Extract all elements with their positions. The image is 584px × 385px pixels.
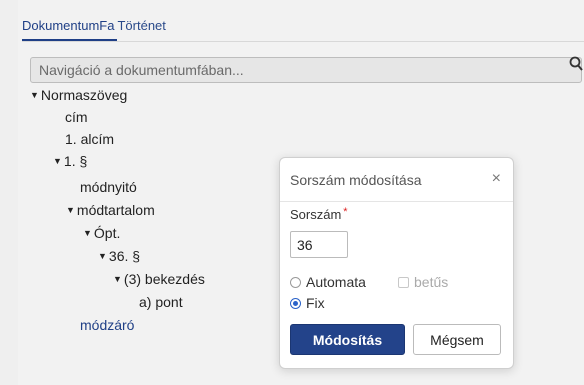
tree-node-paragraph[interactable]: ▼ 1. § xyxy=(53,152,87,170)
auto-option[interactable]: Automata xyxy=(290,274,366,290)
tree-node-cim[interactable]: cím xyxy=(65,108,88,126)
tree-node-modtartalom[interactable]: ▼ módtartalom xyxy=(66,201,155,219)
tab-bar: DokumentumFa Történet xyxy=(22,17,169,43)
caret-down-icon[interactable]: ▼ xyxy=(66,201,75,219)
renumber-dialog: Sorszám módosítása × Sorszám* Automata b… xyxy=(279,157,514,369)
caret-down-icon[interactable]: ▼ xyxy=(53,152,62,170)
tree-node-opt[interactable]: ▼ Ópt. xyxy=(83,224,120,242)
tree-node-normaszoveg[interactable]: ▼ Normaszöveg xyxy=(30,86,127,104)
fixed-radio[interactable] xyxy=(290,297,301,309)
tree-node-36-paragraph[interactable]: ▼ 36. § xyxy=(98,247,140,265)
tree-node-modzaro[interactable]: módzáró xyxy=(80,316,134,334)
tree-search-input[interactable] xyxy=(30,57,582,83)
letters-checkbox xyxy=(398,276,409,288)
caret-down-icon[interactable]: ▼ xyxy=(98,247,107,265)
tree-node-modnyito[interactable]: módnyitó xyxy=(80,178,137,196)
tree-node-bekezdes[interactable]: ▼ (3) bekezdés xyxy=(113,270,205,288)
tab-divider xyxy=(22,41,584,42)
letters-option: betűs xyxy=(398,274,448,290)
caret-down-icon[interactable]: ▼ xyxy=(30,86,39,104)
dialog-title: Sorszám módosítása xyxy=(290,172,422,188)
tab-tortenet[interactable]: Történet xyxy=(117,17,168,43)
required-marker: * xyxy=(343,206,348,218)
caret-down-icon[interactable]: ▼ xyxy=(113,270,122,288)
fixed-option[interactable]: Fix xyxy=(290,295,325,311)
dialog-divider xyxy=(280,201,513,202)
close-icon[interactable]: × xyxy=(492,170,501,188)
caret-down-icon[interactable]: ▼ xyxy=(83,224,92,242)
modify-button[interactable]: Módosítás xyxy=(290,324,405,355)
tree-node-pont[interactable]: a) pont xyxy=(139,293,183,311)
tab-dokumentumfa[interactable]: DokumentumFa xyxy=(22,17,118,41)
auto-radio[interactable] xyxy=(290,276,301,288)
number-input[interactable] xyxy=(290,231,348,258)
tree-node-alcim[interactable]: 1. alcím xyxy=(65,130,114,148)
cancel-button[interactable]: Mégsem xyxy=(413,324,501,355)
search-icon[interactable] xyxy=(569,55,584,75)
number-field-label: Sorszám * xyxy=(290,206,348,222)
